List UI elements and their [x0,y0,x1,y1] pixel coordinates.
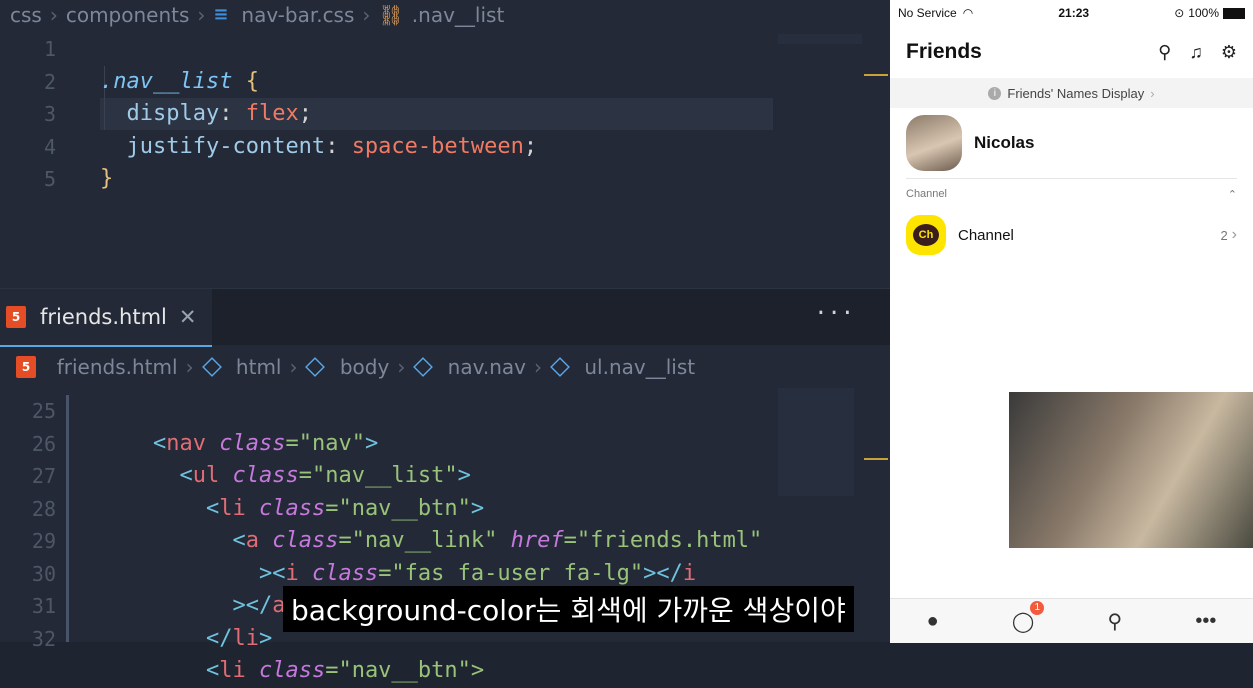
avatar[interactable] [906,115,962,171]
carrier-label: No Service [898,6,957,20]
channel-icon: Ch [906,215,946,255]
tab-label: friends.html [40,305,167,329]
names-display-label: Friends' Names Display [1007,85,1145,101]
channel-row[interactable]: Ch Channel 2 › [890,209,1253,261]
css-minimap[interactable] [778,34,862,44]
my-profile-row[interactable]: Nicolas [890,108,1253,178]
code-editor: css › components › ≡ nav-bar.css › ⛓ .nav__… [0,0,890,683]
chevron-right-icon: › [1231,226,1237,243]
webcam-overlay [1009,392,1253,548]
page-title: Friends [906,40,982,63]
html-code[interactable]: <nav class="nav"> <ul class="nav__list">… [100,395,762,688]
breadcrumb-ul[interactable]: ul.nav__list [584,355,695,379]
gear-icon[interactable]: ⚙ [1221,42,1237,63]
scroll-marker [864,458,888,460]
close-icon[interactable]: ✕ [179,305,197,329]
html-breadcrumb: 5 friends.html › html › body › nav.nav › ul.… [16,352,703,382]
more-actions-icon[interactable]: ··· [814,301,854,326]
channel-name: Channel [958,226,1014,244]
scroll-marker [864,74,888,76]
css-code[interactable]: .nav__list { display: flex; justify-cont… [100,33,537,228]
profile-name: Nicolas [974,133,1035,152]
breadcrumb-css[interactable]: css [10,3,42,27]
html5-icon: 5 [6,306,26,328]
html5-icon: 5 [16,356,36,378]
element-icon [305,357,326,377]
chevron-right-icon: › [1150,85,1155,101]
breadcrumb-friends-html[interactable]: friends.html [57,355,178,379]
element-icon [550,357,570,377]
subtitle-caption: background-color는 회색에 가까운 색상이야 [283,586,854,632]
unread-badge: 1 [1030,600,1045,615]
channel-section-header[interactable]: Channel ⌃ [890,179,1253,209]
selector-icon: ⛓ [378,3,404,27]
bottom-tab-bar: ● ◯ 1 ⚲ ••• [890,598,1253,643]
html-line-numbers: 25 26 27 28 29 30 31 32 [31,399,56,651]
css-file-icon: ≡ [213,4,229,25]
section-label: Channel [906,188,947,200]
chat-icon[interactable]: ◯ 1 [1012,600,1045,634]
element-icon [201,357,222,377]
chevron-up-icon[interactable]: ⌃ [1228,188,1237,201]
breadcrumb-file[interactable]: nav-bar.css [241,3,354,27]
css-breadcrumb: css › components › ≡ nav-bar.css › ⛓ .nav__… [10,3,505,27]
battery-label: 100% [1188,6,1219,20]
breadcrumb-body[interactable]: body [340,355,389,379]
fold-guide [66,395,69,642]
breadcrumb-html[interactable]: html [236,355,282,379]
breadcrumb-selector[interactable]: .nav__list [412,3,505,27]
clock: 21:23 [1058,6,1090,20]
names-display-bar[interactable]: i Friends' Names Display › [890,78,1253,108]
search-icon[interactable]: ⚲ [1158,42,1171,63]
search-icon[interactable]: ⚲ [1107,609,1122,634]
status-bar: No Service ◠ 21:23 ⊙ 100% [890,0,1253,26]
html-minimap[interactable] [778,388,854,496]
lock-rotation-icon: ⊙ [1174,6,1185,20]
editor-tab-bar: 5 friends.html ✕ ··· [0,288,890,347]
friends-header: Friends ⚲ ♫ ⚙ [890,26,1253,78]
breadcrumb-nav[interactable]: nav.nav [448,355,526,379]
wifi-icon: ◠ [962,6,974,20]
person-icon[interactable]: ● [927,610,939,633]
music-icon[interactable]: ♫ [1189,42,1203,63]
info-icon: i [988,86,1002,100]
tab-friends-html[interactable]: 5 friends.html ✕ [0,289,212,347]
css-line-numbers: 12345 [43,37,56,191]
channel-count: 2 [1220,227,1228,243]
battery-icon [1223,7,1245,19]
breadcrumb-components[interactable]: components [66,3,190,27]
element-icon [413,357,434,377]
more-icon[interactable]: ••• [1195,610,1216,633]
